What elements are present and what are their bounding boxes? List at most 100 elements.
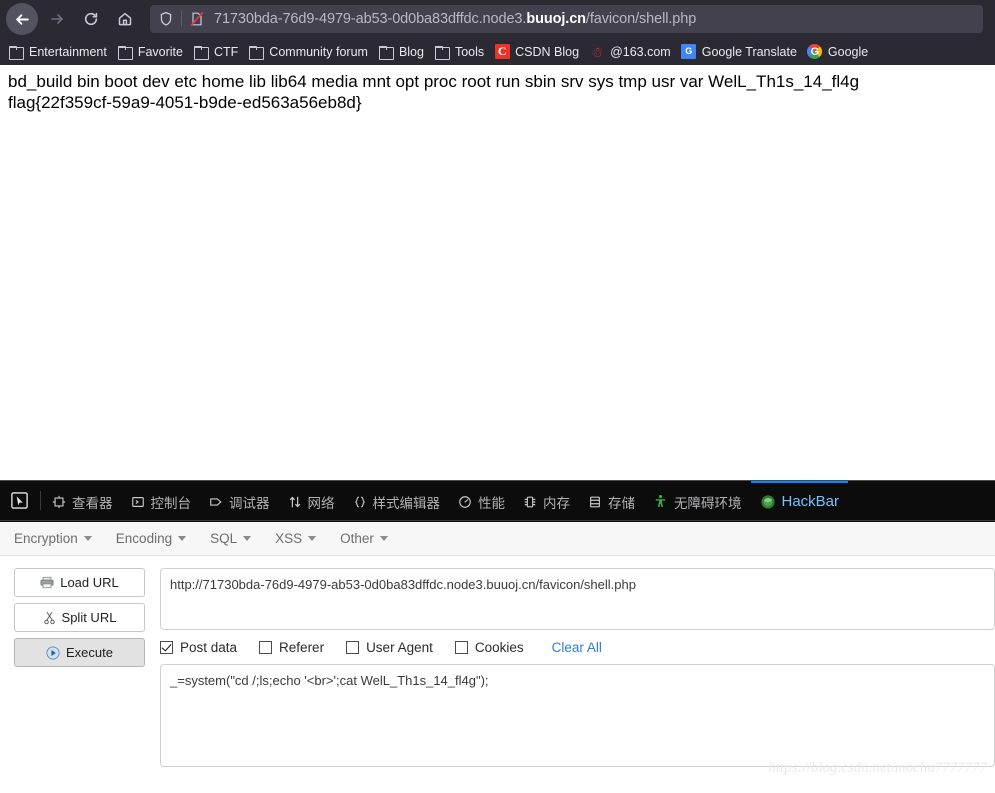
bookmark-blog[interactable]: Blog (374, 41, 430, 63)
checkbox-box[interactable] (346, 640, 360, 654)
url-bar[interactable]: 71730bda-76d9-4979-ab53-0d0ba83dffdc.nod… (150, 5, 983, 33)
tab-inspector[interactable]: 查看器 (43, 481, 122, 520)
page-content: bd_build bin boot dev etc home lib lib64… (0, 65, 995, 480)
tab-storage[interactable]: 存储 (579, 481, 644, 520)
checkbox-label: Cookies (474, 639, 524, 655)
tab-label: 样式编辑器 (372, 495, 441, 511)
reload-button[interactable] (76, 4, 106, 34)
console-icon (131, 495, 145, 509)
checkbox-cookies[interactable]: Cookies (454, 639, 524, 655)
reload-icon (84, 12, 98, 26)
folder-icon (378, 44, 394, 60)
bookmark-google[interactable]: Google (803, 41, 874, 63)
url-path: /favicon/shell.php (585, 11, 697, 27)
menu-sql[interactable]: SQL (210, 531, 265, 546)
bookmark-csdn-blog[interactable]: C CSDN Blog (490, 41, 585, 63)
tab-label: 控制台 (150, 495, 192, 511)
checkbox-box[interactable] (454, 640, 468, 654)
url-divider (181, 11, 182, 27)
post-data-input[interactable] (160, 664, 995, 767)
netease-icon: ☃ (590, 43, 604, 60)
bookmark-label: CTF (213, 44, 239, 59)
tab-label: 查看器 (72, 495, 113, 511)
url-prefix: 71730bda-76d9-4979-ab53-0d0ba83dffdc.nod… (214, 11, 527, 27)
tab-debugger[interactable]: 调试器 (200, 481, 279, 520)
checkbox-post-data[interactable]: Post data (160, 640, 237, 655)
play-icon (46, 645, 60, 660)
google-translate-icon: G (681, 44, 697, 60)
performance-icon (458, 495, 472, 509)
insecure-connection-icon[interactable] (189, 11, 205, 27)
network-icon (288, 495, 302, 509)
tab-performance[interactable]: 性能 (449, 481, 514, 520)
style-editor-icon (353, 495, 367, 509)
tab-style-editor[interactable]: 样式编辑器 (344, 481, 450, 520)
inspector-icon (52, 495, 66, 509)
menu-encoding[interactable]: Encoding (116, 531, 200, 546)
button-label: Load URL (60, 575, 119, 590)
back-button[interactable] (6, 3, 38, 35)
hackbar-body: Load URL Split URL Execute http://71730b… (0, 556, 995, 767)
arrow-left-icon (15, 13, 29, 25)
menu-label: Encoding (115, 531, 173, 546)
execute-button[interactable]: Execute (14, 638, 145, 667)
menu-encryption[interactable]: Encryption (14, 531, 106, 546)
tab-label: 无障碍环境 (674, 495, 742, 511)
bookmark-entertainment[interactable]: Entertainment (4, 41, 113, 63)
bookmark-label: Community forum (269, 44, 368, 59)
checkbox-label: User Agent (366, 639, 433, 655)
bookmark-label: Entertainment (29, 44, 107, 59)
clear-all-link[interactable]: Clear All (552, 640, 602, 655)
bookmark-ctf[interactable]: CTF (189, 41, 244, 63)
checkbox-box[interactable] (259, 640, 273, 654)
chevron-down-icon (379, 536, 388, 541)
tab-label: 性能 (478, 495, 505, 511)
menu-label: Other (340, 531, 374, 546)
element-picker-icon[interactable] (0, 481, 38, 520)
split-url-button[interactable]: Split URL (14, 603, 145, 632)
menu-other[interactable]: Other (340, 531, 402, 546)
storage-icon (588, 495, 602, 509)
navigation-toolbar: 71730bda-76d9-4979-ab53-0d0ba83dffdc.nod… (0, 0, 995, 38)
tab-label: 内存 (543, 495, 570, 511)
menu-label: SQL (210, 531, 238, 546)
bookmark-label: Favorite (137, 44, 183, 59)
tab-label: 网络 (307, 495, 335, 511)
tab-hackbar[interactable]: HackBar (750, 481, 849, 520)
checkbox-user-agent[interactable]: User Agent (346, 640, 433, 655)
bookmark-label: Blog (398, 44, 424, 59)
scissors-icon (43, 611, 56, 625)
bookmark-community-forum[interactable]: Community forum (244, 41, 374, 63)
tab-memory[interactable]: 内存 (514, 481, 579, 520)
tab-label: 存储 (608, 495, 635, 511)
devtools-panel: 查看器 控制台 调试器 网络 样式编辑器 性能 内存 存储 无障碍环境 Hack… (0, 480, 995, 793)
checkbox-box[interactable] (160, 640, 173, 654)
load-url-button[interactable]: Load URL (14, 568, 145, 597)
bookmark-163com[interactable]: ☃ @163.com (585, 41, 677, 63)
folder-icon (248, 44, 265, 60)
bookmark-tools[interactable]: Tools (430, 41, 490, 63)
forward-button[interactable] (42, 4, 72, 34)
bookmark-google-translate[interactable]: G Google Translate (677, 41, 803, 63)
url-input[interactable] (160, 568, 995, 630)
memory-icon (523, 495, 537, 509)
checkbox-referer[interactable]: Referer (259, 640, 324, 655)
tab-console[interactable]: 控制台 (122, 481, 201, 520)
home-button[interactable] (110, 4, 140, 34)
menu-label: XSS (275, 531, 303, 546)
bookmark-favorite[interactable]: Favorite (113, 41, 189, 63)
bookmark-label: Google Translate (701, 44, 797, 59)
hackbar-menubar: Encryption Encoding SQL XSS Other (0, 522, 995, 556)
tab-accessibility[interactable]: 无障碍环境 (644, 481, 751, 520)
hackbar-panel: Encryption Encoding SQL XSS Other Load U… (0, 522, 995, 793)
tab-network[interactable]: 网络 (279, 481, 344, 520)
folder-icon (8, 44, 24, 60)
tab-label: 调试器 (229, 495, 270, 511)
menu-xss[interactable]: XSS (275, 531, 330, 546)
devtools-toolbar: 查看器 控制台 调试器 网络 样式编辑器 性能 内存 存储 无障碍环境 Hack… (0, 481, 995, 521)
debugger-icon (209, 495, 223, 509)
google-icon (807, 44, 823, 60)
home-icon (118, 12, 132, 26)
toolbar-divider (40, 491, 41, 510)
shield-icon[interactable] (158, 11, 174, 27)
